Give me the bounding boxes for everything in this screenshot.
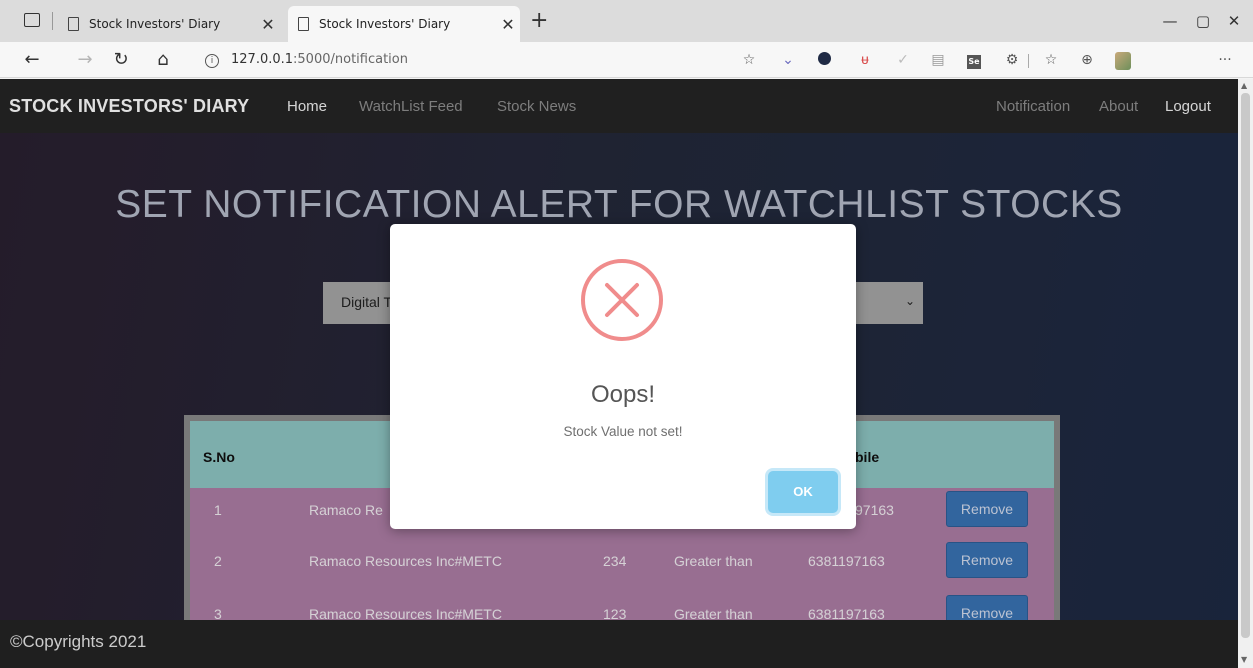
tab-inactive[interactable]: Stock Investors' Diary ✕ <box>58 6 280 42</box>
ok-button[interactable]: OK <box>768 471 838 513</box>
toolbar-divider <box>1028 54 1029 68</box>
tab-active[interactable]: Stock Investors' Diary ✕ <box>288 6 520 42</box>
ublock-extension-icon[interactable]: ᵾ <box>857 52 873 68</box>
tab-title: Stock Investors' Diary <box>319 17 451 31</box>
dialog-title: Oops! <box>590 381 656 408</box>
home-icon[interactable]: ⌂ <box>153 50 173 70</box>
error-dialog: Oops! Stock Value not set! OK <box>390 224 856 529</box>
error-x-icon <box>581 259 663 341</box>
dialog-message: Stock Value not set! <box>563 424 683 439</box>
minimize-button[interactable]: — <box>1160 12 1180 30</box>
scroll-down-icon[interactable]: ▼ <box>1241 655 1247 664</box>
url-host: 127.0.0.1 <box>231 52 294 67</box>
back-icon[interactable]: ← <box>22 50 42 70</box>
profile-avatar[interactable] <box>1115 52 1131 70</box>
url-path: :5000/notification <box>293 52 408 67</box>
browser-tab-bar: Stock Investors' Diary ✕ Stock Investors… <box>0 0 1253 42</box>
tab-close-icon[interactable]: ✕ <box>256 15 280 34</box>
page-icon <box>68 17 79 31</box>
maximize-button[interactable]: ▢ <box>1193 12 1213 30</box>
tab-actions-icon[interactable] <box>24 13 40 27</box>
web-page: STOCK INVESTORS' DIARY Home WatchList Fe… <box>0 79 1238 668</box>
tab-close-icon[interactable]: ✕ <box>496 15 520 34</box>
selenium-extension-icon[interactable]: Se <box>966 52 982 69</box>
clipboard-extension-icon[interactable]: ▤ <box>930 52 946 68</box>
scroll-up-icon[interactable]: ▲ <box>1241 81 1247 90</box>
site-info-icon[interactable]: i <box>205 54 219 68</box>
refresh-icon[interactable]: ↻ <box>111 50 131 70</box>
page-scrollbar[interactable]: ▲ ▼ <box>1238 79 1253 668</box>
check-extension-icon[interactable]: ✓ <box>895 52 911 68</box>
more-menu-icon[interactable]: ··· <box>1217 52 1233 68</box>
extension-circle-icon[interactable] <box>816 52 832 68</box>
close-window-button[interactable]: ✕ <box>1224 12 1244 30</box>
browser-address-bar: ← → ↻ ⌂ i 127.0.0.1:5000/notification ☆ ⌄… <box>0 42 1253 78</box>
tab-divider <box>52 12 53 30</box>
page-icon <box>298 17 309 31</box>
new-tab-button[interactable]: + <box>530 10 548 32</box>
add-favorite-icon[interactable]: ☆ <box>741 52 757 68</box>
url-field[interactable]: i 127.0.0.1:5000/notification <box>205 52 408 68</box>
scrollbar-thumb[interactable] <box>1241 93 1250 638</box>
extensions-icon[interactable]: ⚙ <box>1004 52 1020 68</box>
forward-icon[interactable]: → <box>75 50 95 70</box>
favorites-icon[interactable]: ☆ <box>1043 52 1059 68</box>
collections-icon[interactable]: ⊕ <box>1079 52 1095 68</box>
tab-title: Stock Investors' Diary <box>89 17 221 31</box>
pocket-extension-icon[interactable]: ⌄ <box>780 52 796 68</box>
